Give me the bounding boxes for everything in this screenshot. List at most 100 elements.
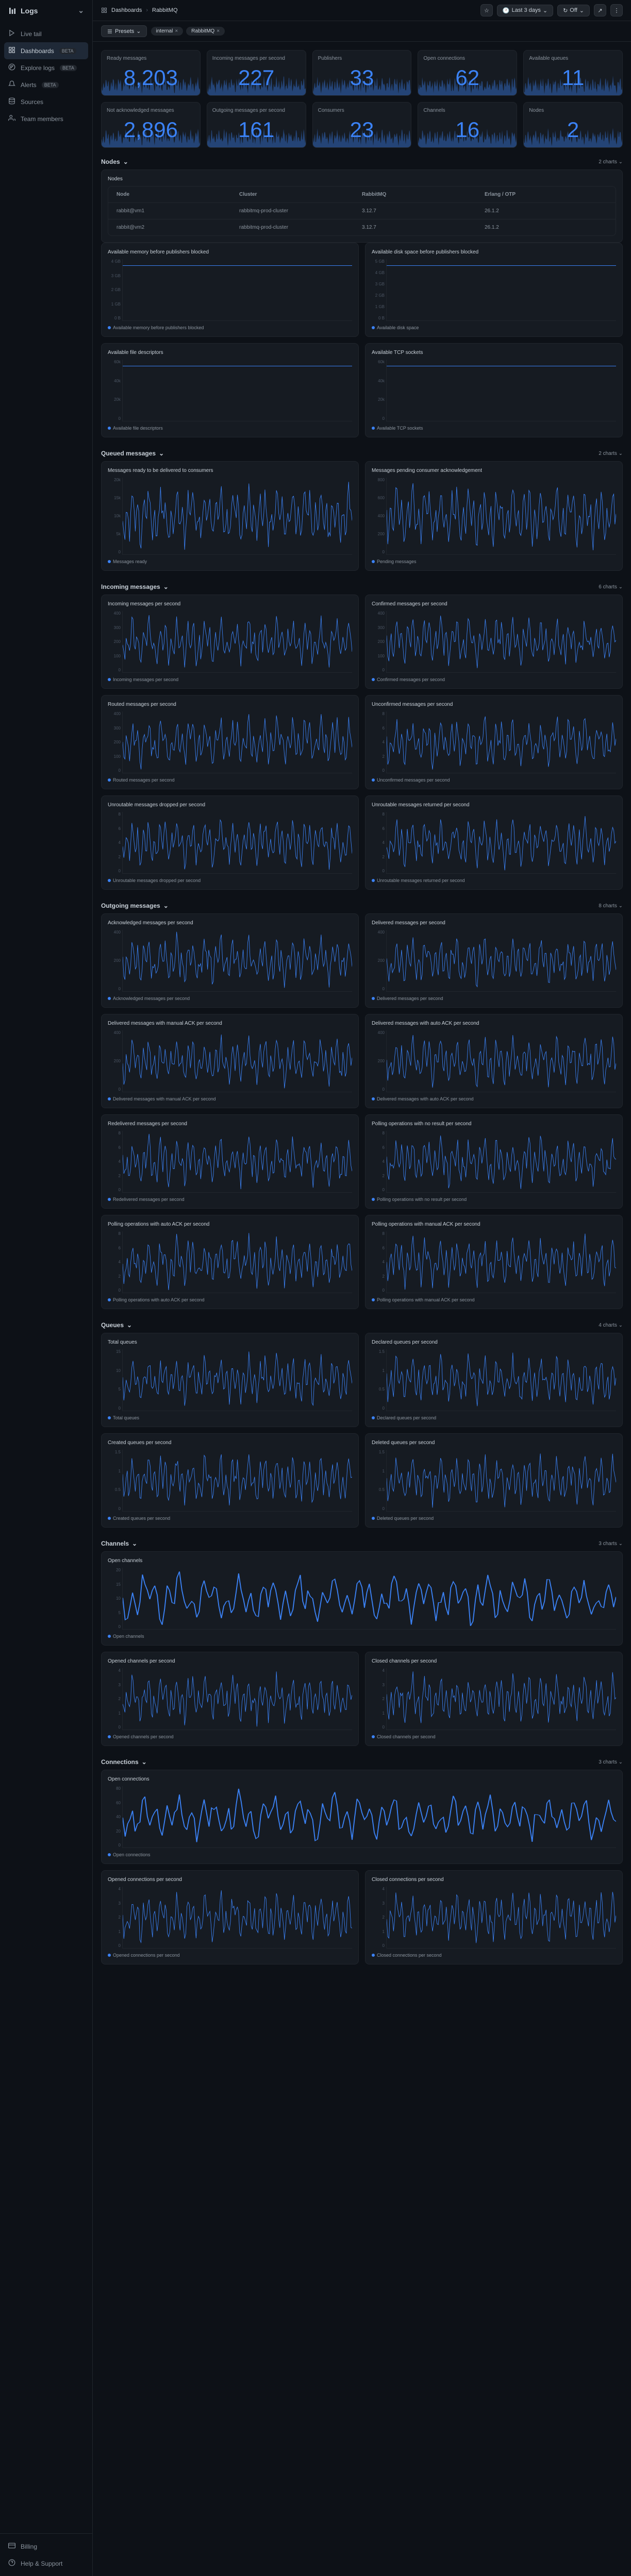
close-icon[interactable]: × [175,28,178,34]
chart-title: Routed messages per second [108,702,352,707]
chart-card[interactable]: Acknowledged messages per second 4002000… [101,913,359,1008]
chart-ylabels: 4002000 [372,930,385,991]
chart-card[interactable]: Available disk space before publishers b… [365,243,623,337]
sidebar-item-explore-logs[interactable]: Explore logs BETA [0,59,92,76]
chart-card[interactable]: Polling operations with no result per se… [365,1114,623,1209]
metric-card[interactable]: Ready messages 8,203 [101,50,201,96]
chart-card[interactable]: Closed connections per second 43210 Clos… [365,1870,623,1964]
section-title: Channels ⌄ [101,1540,137,1547]
close-icon[interactable]: × [217,28,220,34]
chart-card[interactable]: Routed messages per second 4003002001000… [101,695,359,789]
sidebar-item-live-tail[interactable]: Live tail [0,25,92,42]
chart-ylabels: 43210 [372,1668,385,1730]
section-header[interactable]: Nodes ⌄ 2 charts ⌄ [101,154,623,170]
chart-card[interactable]: Available file descriptors 60k40k20k0 Av… [101,343,359,437]
chart-card[interactable]: Opened channels per second 43210 Opened … [101,1652,359,1746]
chart-card[interactable]: Open connections 806040200 Open connecti… [101,1770,623,1864]
chevron-down-icon: ⌄ [619,1541,623,1547]
table-row[interactable]: rabbit@vm1rabbitmq-prod-cluster3.12.726.… [108,203,616,219]
sidebar-item-dashboards[interactable]: Dashboards BETA [4,42,88,59]
sidebar-item-alerts[interactable]: Alerts BETA [0,76,92,93]
chart-legend: Delivered messages with auto ACK per sec… [372,1096,616,1101]
legend-dot [108,1954,111,1957]
legend-label: Total queues [113,1415,139,1420]
sidebar-item-sources[interactable]: Sources [0,93,92,110]
table-header-cell[interactable]: Node [117,192,239,197]
chart-title: Opened connections per second [108,1877,352,1883]
metric-card[interactable]: Publishers 33 [312,50,412,96]
table-title: Nodes [108,176,616,182]
chart-card[interactable]: Polling operations with manual ACK per s… [365,1215,623,1309]
section-header[interactable]: Incoming messages ⌄ 6 charts ⌄ [101,579,623,595]
chart-card[interactable]: Messages ready to be delivered to consum… [101,461,359,571]
brand[interactable]: Logs ⌄ [0,0,92,21]
refresh-button[interactable]: ↻ Off ⌄ [557,5,590,16]
chart-card[interactable]: Deleted queues per second 1.510.50 Delet… [365,1433,623,1528]
table-row[interactable]: rabbit@vm2rabbitmq-prod-cluster3.12.726.… [108,219,616,235]
sidebar-item-team-members[interactable]: Team members [0,110,92,127]
chart-card[interactable]: Redelivered messages per second 86420 Re… [101,1114,359,1209]
chart-legend: Polling operations with no result per se… [372,1197,616,1202]
chart-ylabels: 1.510.50 [108,1450,121,1511]
chart-legend: Total queues [108,1415,352,1420]
chart-card[interactable]: Delivered messages with manual ACK per s… [101,1014,359,1108]
chart-card[interactable]: Unconfirmed messages per second 86420 Un… [365,695,623,789]
chart-card[interactable]: Open channels 20151050 Open channels [101,1551,623,1646]
filter-pill[interactable]: RabbitMQ× [186,27,225,36]
chart-card[interactable]: Delivered messages with auto ACK per sec… [365,1014,623,1108]
chart-card[interactable]: Total queues 151050 Total queues [101,1333,359,1427]
legend-dot [108,1298,111,1301]
section-header[interactable]: Queued messages ⌄ 2 charts ⌄ [101,446,623,461]
chevron-down-icon: ⌄ [619,1759,623,1765]
chart-card[interactable]: Declared queues per second 1.510.50 Decl… [365,1333,623,1427]
chart-grid: Open connections 806040200 Open connecti… [101,1770,623,1964]
metric-label: Open connections [423,56,511,61]
star-button[interactable]: ☆ [480,4,493,16]
chart-card[interactable]: Confirmed messages per second 4003002001… [365,595,623,689]
chart-card[interactable]: Delivered messages per second 4002000 De… [365,913,623,1008]
section-count: 3 charts ⌄ [599,1759,623,1765]
filter-pill[interactable]: internal× [151,27,184,36]
share-button[interactable]: ↗ [594,4,606,16]
table-header-cell[interactable]: Erlang / OTP [485,192,607,197]
section-header[interactable]: Channels ⌄ 3 charts ⌄ [101,1536,623,1551]
chevron-down-icon[interactable]: ⌄ [78,6,84,15]
chart-card[interactable]: Available memory before publishers block… [101,243,359,337]
legend-dot [372,678,375,681]
chart-svg [123,1568,616,1629]
sidebar-footer: Billing Help & Support [0,2533,92,2576]
timerange-button[interactable]: 🕐 Last 3 days ⌄ [497,5,553,16]
chart-card[interactable]: Unroutable messages returned per second … [365,795,623,890]
pill-label: RabbitMQ [191,28,214,34]
more-button[interactable]: ⋮ [610,4,623,16]
breadcrumb-section[interactable]: Dashboards [111,7,142,13]
metric-card[interactable]: Open connections 62 [418,50,517,96]
metric-card[interactable]: Consumers 23 [312,102,412,148]
legend-label: Opened channels per second [113,1734,174,1739]
section-header[interactable]: Queues ⌄ 4 charts ⌄ [101,1317,623,1333]
chart-card[interactable]: Closed channels per second 43210 Closed … [365,1652,623,1746]
chart-legend: Available TCP sockets [372,426,616,431]
metric-card[interactable]: Channels 16 [418,102,517,148]
chart-title: Open connections [108,1776,616,1782]
sidebar-item-help-&-support[interactable]: Help & Support [0,2555,92,2572]
metric-card[interactable]: Outgoing messages per second 161 [207,102,306,148]
chart-card[interactable]: Messages pending consumer acknowledgemen… [365,461,623,571]
section-header[interactable]: Outgoing messages ⌄ 8 charts ⌄ [101,898,623,913]
section-header[interactable]: Connections ⌄ 3 charts ⌄ [101,1754,623,1770]
chart-card[interactable]: Opened connections per second 43210 Open… [101,1870,359,1964]
chart-card[interactable]: Polling operations with auto ACK per sec… [101,1215,359,1309]
table-header-cell[interactable]: Cluster [239,192,362,197]
sidebar-item-billing[interactable]: Billing [0,2538,92,2555]
presets-button[interactable]: Presets ⌄ [101,25,147,37]
metric-card[interactable]: Not acknowledged messages 2,896 [101,102,201,148]
chart-card[interactable]: Created queues per second 1.510.50 Creat… [101,1433,359,1528]
metric-card[interactable]: Nodes 2 [523,102,623,148]
chart-card[interactable]: Available TCP sockets 60k40k20k0 Availab… [365,343,623,437]
metric-card[interactable]: Available queues 11 [523,50,623,96]
chart-card[interactable]: Unroutable messages dropped per second 8… [101,795,359,890]
chart-card[interactable]: Incoming messages per second 40030020010… [101,595,359,689]
metric-card[interactable]: Incoming messages per second 227 [207,50,306,96]
table-header-cell[interactable]: RabbitMQ [362,192,485,197]
legend-label: Unconfirmed messages per second [377,777,450,783]
